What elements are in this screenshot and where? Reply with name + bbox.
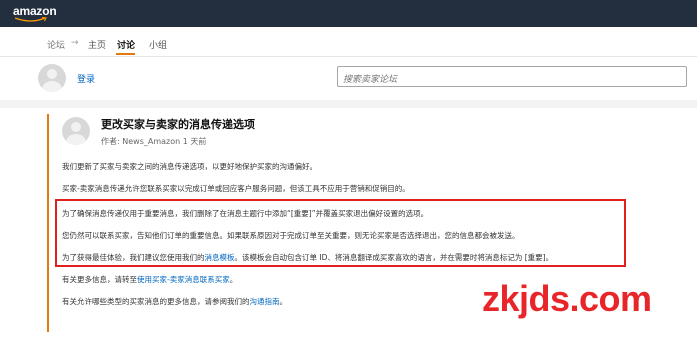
post-accent-line (47, 114, 49, 332)
author-name[interactable]: News_Amazon (122, 137, 180, 146)
paragraph-2: 买家-卖家消息传递允许您联系买家以完成订单或回应客户服务问题，但该工具不应用于营… (62, 184, 410, 193)
communication-guidelines-link[interactable]: 沟通指南 (250, 297, 280, 306)
forum-nav: 论坛 → 主页 讨论 小组 (0, 27, 697, 57)
search-box[interactable] (337, 66, 687, 90)
post-time: 1 天前 (182, 137, 207, 146)
paragraph-1: 我们更新了买家与卖家之间的消息传递选项，以更好地保护买家的沟通偏好。 (62, 162, 317, 171)
paragraph-7-text-a: 有关允许哪些类型的买家消息的更多信息，请参阅我们的 (62, 297, 250, 306)
search-input[interactable] (338, 70, 686, 90)
contact-buyer-link[interactable]: 使用买家-卖家消息联系买家 (137, 275, 230, 284)
user-bar: 登录 (0, 58, 697, 100)
amazon-logo[interactable]: amazon (13, 4, 57, 18)
section-divider (0, 100, 697, 108)
breadcrumb-separator: → (71, 38, 79, 48)
paragraph-6-text-a: 有关更多信息，请转至 (62, 275, 137, 284)
login-link[interactable]: 登录 (77, 72, 95, 85)
watermark: zkjds.com (482, 278, 652, 319)
avatar (38, 64, 66, 92)
highlight-annotation-box (55, 199, 626, 267)
post-meta: 作者: News_Amazon 1 天前 (101, 136, 206, 147)
paragraph-6-text-b: 。 (229, 275, 238, 284)
top-header-bar: amazon (0, 0, 697, 27)
paragraph-7: 有关允许哪些类型的买家消息的更多信息，请参阅我们的沟通指南。 (62, 296, 287, 307)
author-label: 作者: (101, 137, 120, 146)
paragraph-7-text-b: 。 (279, 297, 288, 306)
tab-discuss[interactable]: 讨论 (117, 38, 135, 51)
active-tab-indicator (116, 53, 135, 55)
nav-home[interactable]: 主页 (88, 38, 106, 51)
tab-group[interactable]: 小组 (149, 38, 167, 51)
author-avatar (62, 117, 90, 145)
paragraph-6: 有关更多信息，请转至使用买家-卖家消息联系买家。 (62, 274, 237, 285)
post-title: 更改买家与卖家的消息传递选项 (101, 118, 255, 131)
breadcrumb-forum[interactable]: 论坛 (47, 38, 65, 51)
amazon-smile-icon (14, 17, 47, 22)
